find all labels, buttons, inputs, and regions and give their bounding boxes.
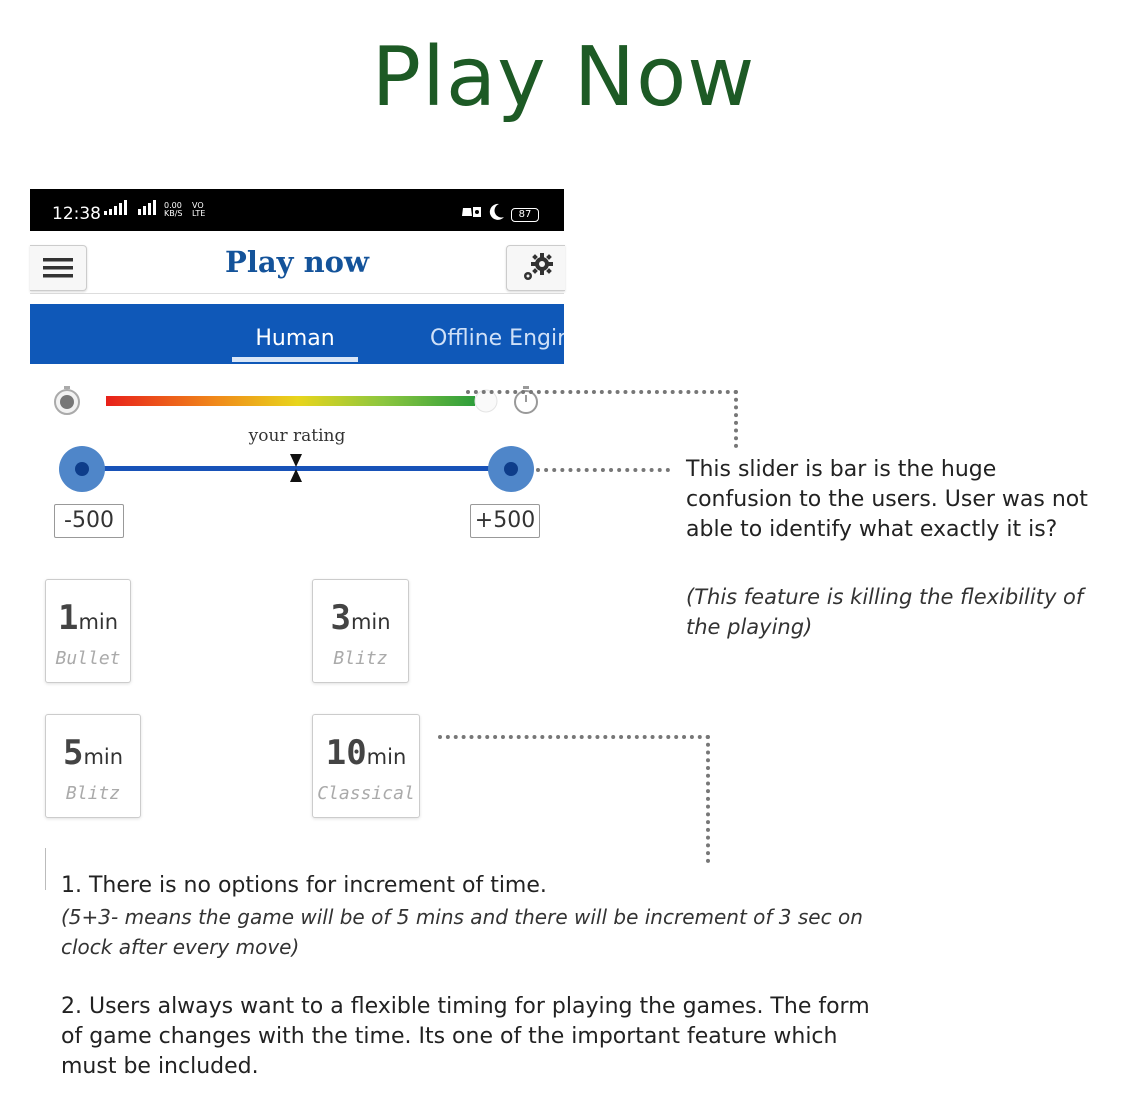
- connector-line: [466, 390, 738, 394]
- time-annotation-2: 2. Users always want to a flexible timin…: [61, 994, 870, 1079]
- rating-color-bar: [106, 396, 475, 406]
- time-type: Bullet: [55, 648, 121, 669]
- slider-min-handle[interactable]: [59, 446, 105, 492]
- time-type: Blitz: [333, 648, 388, 669]
- time-digit: 3: [330, 598, 351, 638]
- tab-active-indicator: [232, 357, 358, 362]
- time-annotation-1: 1. There is no options for increment of …: [61, 873, 547, 898]
- slider-annotation-subnote: (This feature is killing the flexibility…: [686, 585, 1084, 639]
- connector-line: [734, 390, 738, 448]
- app-title: Play now: [225, 245, 369, 279]
- time-digit: 1: [57, 598, 79, 638]
- tab-bar: Human Offline Engin: [30, 304, 564, 364]
- time-digit: 5: [62, 733, 84, 773]
- time-control-1min[interactable]: 1min Bullet: [45, 579, 131, 683]
- gear-icon: [524, 253, 553, 280]
- slider-max-handle[interactable]: [488, 446, 534, 492]
- time-unit: min: [83, 745, 124, 769]
- time-digit: 10: [325, 733, 367, 773]
- time-unit: min: [78, 610, 119, 634]
- stopwatch-filled-icon: [54, 386, 80, 415]
- phone-screenshot: 12:38 0.00 KB/S VO LTE 87 Play now Human…: [30, 189, 565, 829]
- net-speed: 0.00 KB/S: [164, 201, 183, 218]
- connector-line: [706, 735, 710, 863]
- tab-offline-engine[interactable]: Offline Engin: [430, 304, 564, 364]
- page-title: Play Now: [371, 30, 756, 125]
- app-header: Play now: [30, 231, 565, 294]
- time-unit: min: [350, 610, 391, 634]
- time-type: Blitz: [65, 783, 121, 804]
- divider: [45, 848, 46, 890]
- game-notification-icon: [462, 207, 481, 217]
- time-unit: min: [366, 745, 407, 769]
- connector-line: [536, 468, 670, 472]
- status-bar: 12:38 0.00 KB/S VO LTE 87: [30, 189, 564, 231]
- slider-annotation: This slider is bar is the huge confusion…: [686, 457, 1088, 542]
- time-control-5min[interactable]: 5min Blitz: [45, 714, 141, 818]
- rating-max-value: +500: [470, 504, 540, 538]
- signal-icon: [102, 189, 132, 231]
- status-time: 12:38: [52, 204, 101, 224]
- battery-icon: 87: [511, 208, 539, 222]
- time-type: Classical: [317, 783, 415, 804]
- time-annotation-1-subnote: (5+3- means the game will be of 5 mins a…: [61, 905, 863, 959]
- your-rating-label: your rating: [248, 426, 346, 446]
- moon-icon: [489, 203, 504, 220]
- tab-human[interactable]: Human: [232, 304, 358, 364]
- volte-icon: VO LTE: [192, 201, 206, 218]
- rating-min-value: -500: [54, 504, 124, 538]
- time-control-3min[interactable]: 3min Blitz: [312, 579, 409, 683]
- signal-4g-icon: [136, 189, 162, 231]
- time-control-10min[interactable]: 10min Classical: [312, 714, 420, 818]
- stopwatch-outline-icon: [514, 386, 538, 414]
- settings-button[interactable]: [506, 245, 565, 291]
- your-rating-marker-icon: [290, 454, 302, 482]
- connector-line: [438, 735, 710, 739]
